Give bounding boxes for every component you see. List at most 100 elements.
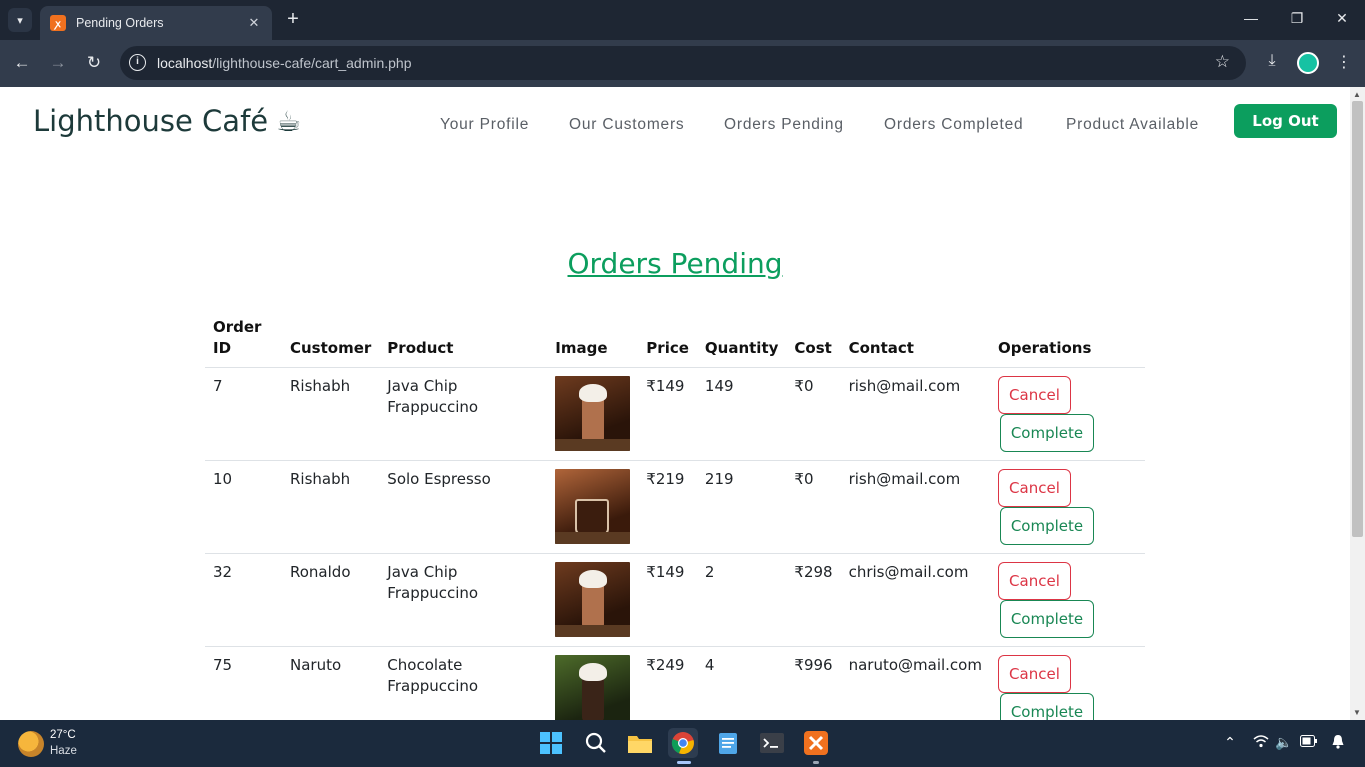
logout-button[interactable]: Log Out: [1234, 104, 1337, 138]
cancel-button[interactable]: Cancel: [997, 469, 1071, 507]
header-customer: Customer: [282, 317, 380, 368]
cost: ₹298: [786, 553, 841, 647]
table-row: 32 Ronaldo Java Chip Frappuccino ₹149 2 …: [205, 553, 1145, 647]
minimize-icon[interactable]: —: [1241, 10, 1261, 26]
order-id: 10: [205, 460, 282, 554]
url-text[interactable]: localhost/lighthouse-cafe/cart_admin.php: [157, 55, 412, 71]
nav-orders-pending[interactable]: Orders Pending: [724, 116, 844, 134]
header-product: Product: [379, 317, 548, 368]
cancel-button[interactable]: Cancel: [997, 376, 1071, 414]
tray-overflow-chevron-icon[interactable]: ⌃: [1221, 734, 1239, 751]
whipped-cream-shape: [579, 384, 608, 402]
order-id: 7: [205, 367, 282, 461]
header-image: Image: [547, 317, 639, 368]
complete-button[interactable]: Complete: [999, 414, 1094, 452]
page-scrollbar[interactable]: ▲ ▼: [1350, 87, 1365, 720]
file-explorer-icon[interactable]: [625, 728, 655, 758]
notepad-icon[interactable]: [713, 728, 743, 758]
whipped-cream-shape: [579, 663, 608, 681]
customer-name: Ronaldo: [282, 553, 380, 647]
header-contact: Contact: [840, 317, 990, 368]
reload-icon[interactable]: ↻: [83, 52, 105, 74]
bookmark-star-icon[interactable]: ☆: [1215, 52, 1230, 72]
table-surface-shape: [555, 439, 631, 451]
weather-haze-icon[interactable]: [18, 731, 44, 757]
download-icon[interactable]: ⤓: [1261, 52, 1283, 70]
restore-icon[interactable]: ❐: [1287, 10, 1307, 27]
windows-start-icon[interactable]: [536, 728, 566, 758]
tab-search-chevron-icon[interactable]: ▾: [8, 8, 32, 32]
os-taskbar: 27°C Haze ⌃ 🔈: [0, 720, 1365, 767]
page-title: Orders Pending: [567, 247, 783, 280]
nav-product-available[interactable]: Product Available: [1066, 116, 1199, 134]
price: ₹149: [638, 553, 697, 647]
order-id: 75: [205, 646, 282, 720]
price: ₹249: [638, 646, 697, 720]
notification-bell-icon[interactable]: [1329, 734, 1347, 752]
table-row: 75 Naruto Chocolate Frappuccino ₹249 4 ₹…: [205, 646, 1145, 720]
chrome-icon[interactable]: [668, 728, 698, 758]
header-order-id: Order ID: [205, 317, 282, 368]
running-app-indicator: [813, 761, 819, 764]
nav-our-customers[interactable]: Our Customers: [569, 116, 684, 134]
forward-icon[interactable]: →: [47, 52, 69, 74]
product-name: Chocolate Frappuccino: [379, 646, 548, 720]
espresso-glass-shape: [575, 499, 610, 535]
search-icon[interactable]: [581, 728, 611, 758]
image-cell: [547, 646, 639, 720]
xampp-icon: ꭗ: [50, 15, 66, 31]
profile-avatar[interactable]: [1297, 52, 1319, 74]
image-cell: [547, 367, 639, 461]
complete-button[interactable]: Complete: [999, 693, 1094, 720]
scrollbar-thumb[interactable]: [1352, 101, 1363, 537]
weather-temperature[interactable]: 27°C: [50, 729, 76, 741]
cancel-button[interactable]: Cancel: [997, 562, 1071, 600]
site-info-icon[interactable]: i: [129, 54, 146, 71]
product-image: [555, 376, 631, 451]
contact-email: chris@mail.com: [840, 553, 990, 647]
site-brand[interactable]: Lighthouse Café ☕: [33, 104, 301, 138]
header-operations: Operations: [989, 317, 1145, 368]
new-tab-icon[interactable]: +: [283, 9, 303, 29]
page-viewport: Lighthouse Café ☕ Your Profile Our Custo…: [0, 87, 1365, 720]
more-menu-icon[interactable]: ⋮: [1333, 52, 1355, 72]
weather-description[interactable]: Haze: [50, 745, 77, 757]
table-row: 10 Rishabh Solo Espresso ₹219 219 ₹0 ris…: [205, 460, 1145, 554]
contact-email: rish@mail.com: [840, 367, 990, 461]
brand-name: Lighthouse Café: [33, 104, 269, 138]
table-row: 7 Rishabh Java Chip Frappuccino ₹149 149…: [205, 367, 1145, 461]
back-icon[interactable]: ←: [11, 52, 33, 74]
quantity: 149: [696, 367, 787, 461]
nav-your-profile[interactable]: Your Profile: [440, 116, 529, 134]
complete-button[interactable]: Complete: [999, 600, 1094, 638]
header-price: Price: [638, 317, 697, 368]
complete-button[interactable]: Complete: [999, 507, 1094, 545]
price: ₹219: [638, 460, 697, 554]
close-window-icon[interactable]: ✕: [1332, 10, 1352, 27]
operations-cell: Cancel Complete: [989, 367, 1145, 461]
cost: ₹0: [786, 460, 841, 554]
product-name: Java Chip Frappuccino: [379, 367, 548, 461]
scroll-down-arrow-icon[interactable]: ▼: [1353, 708, 1361, 717]
wifi-icon[interactable]: [1252, 734, 1270, 751]
cancel-button[interactable]: Cancel: [997, 655, 1071, 693]
product-image: [555, 655, 631, 720]
volume-icon[interactable]: 🔈: [1275, 734, 1293, 751]
scroll-up-arrow-icon[interactable]: ▲: [1353, 90, 1361, 99]
coffee-cup-icon: ☕: [276, 104, 302, 138]
xampp-icon[interactable]: [801, 728, 831, 758]
drink-cup-shape: [582, 584, 605, 630]
drink-cup-shape: [582, 677, 605, 720]
browser-tab[interactable]: ꭗ Pending Orders ✕: [40, 6, 272, 40]
browser-toolbar: ← → ↻ i localhost/lighthouse-cafe/cart_a…: [0, 40, 1365, 87]
battery-icon[interactable]: [1300, 734, 1318, 750]
address-bar[interactable]: i localhost/lighthouse-cafe/cart_admin.p…: [120, 46, 1246, 80]
drink-cup-shape: [582, 398, 605, 444]
product-image: [555, 562, 631, 637]
orders-table: Order ID Customer Product Image Price Qu…: [205, 317, 1145, 720]
quantity: 4: [696, 646, 787, 720]
table-header-row: Order ID Customer Product Image Price Qu…: [205, 317, 1145, 368]
terminal-icon[interactable]: [757, 728, 787, 758]
nav-orders-completed[interactable]: Orders Completed: [884, 116, 1023, 134]
close-tab-icon[interactable]: ✕: [246, 15, 262, 31]
